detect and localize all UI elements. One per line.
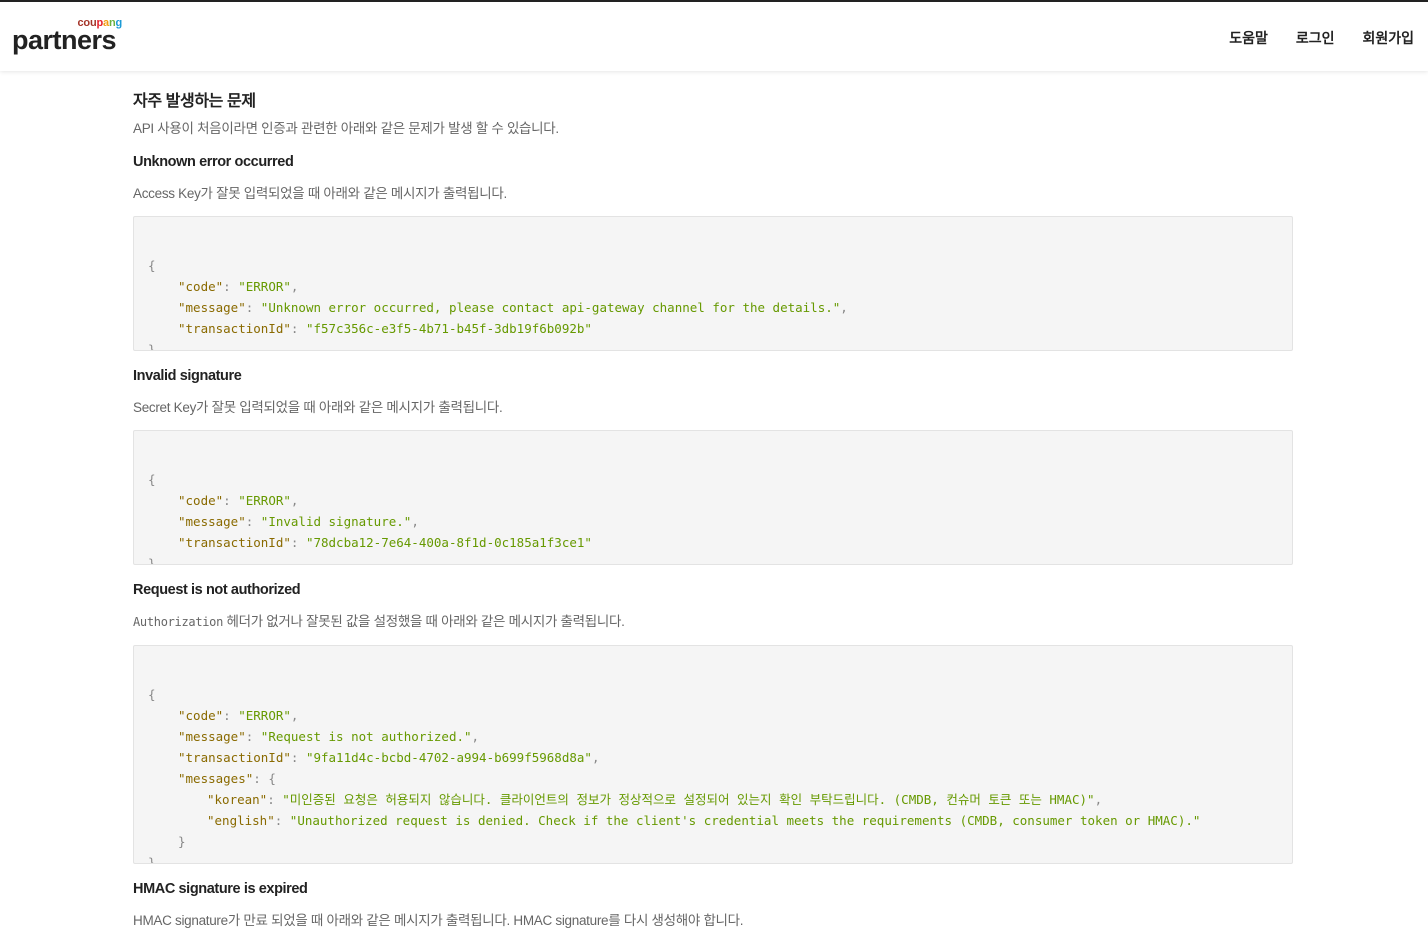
- code-line: "english": "Unauthorized request is deni…: [207, 813, 1201, 828]
- code-block-not-authorized: {"code": "ERROR", "message": "Request is …: [133, 645, 1293, 864]
- code-block-invalid-signature: {"code": "ERROR", "message": "Invalid sig…: [133, 430, 1293, 565]
- section-title-not-authorized: Request is not authorized: [133, 582, 301, 598]
- section-title-unknown-error: Unknown error occurred: [133, 154, 294, 170]
- section-title-invalid-signature: Invalid signature: [133, 368, 242, 384]
- code-line: "code": "ERROR",: [178, 493, 299, 508]
- top-navigation-bar: coupang partners 도움말 로그인 회원가입: [0, 0, 1428, 71]
- header-nav: 도움말 로그인 회원가입: [1229, 28, 1414, 48]
- coupang-partners-logo[interactable]: coupang partners: [12, 15, 132, 57]
- code-line: "message": "Invalid signature.",: [178, 514, 419, 529]
- code-line: "code": "ERROR",: [178, 279, 299, 294]
- code-line: "code": "ERROR",: [178, 708, 299, 723]
- code-block-unknown-error: {"code": "ERROR", "message": "Unknown err…: [133, 216, 1293, 351]
- code-line: "transactionId": "9fa11d4c-bcbd-4702-a99…: [178, 750, 600, 765]
- logo-partners-text: partners: [12, 25, 117, 55]
- page-intro: API 사용이 처음이라면 인증과 관련한 아래와 같은 문제가 발생 할 수 …: [133, 121, 559, 136]
- code-line: "transactionId": "78dcba12-7e64-400a-8f1…: [178, 535, 592, 550]
- section-desc-invalid-signature: Secret Key가 잘못 입력되었을 때 아래와 같은 메시지가 출력됩니다…: [133, 400, 503, 415]
- signup-link[interactable]: 회원가입: [1362, 28, 1414, 48]
- code-line: "messages": {: [178, 771, 276, 786]
- code-line: "message": "Request is not authorized.",: [178, 729, 480, 744]
- help-link[interactable]: 도움말: [1229, 28, 1268, 48]
- inline-code-authorization: Authorization: [133, 615, 224, 629]
- code-line: "message": "Unknown error occurred, plea…: [178, 300, 848, 315]
- code-line: "transactionId": "f57c356c-e3f5-4b71-b45…: [178, 321, 592, 336]
- login-link[interactable]: 로그인: [1296, 28, 1335, 48]
- section-desc-hmac-expired: HMAC signature가 만료 되었을 때 아래와 같은 메시지가 출력됩…: [133, 913, 744, 928]
- code-line: "korean": "미인증된 요청은 허용되지 않습니다. 클라이언트의 정보…: [207, 792, 1103, 807]
- page-title: 자주 발생하는 문제: [133, 93, 256, 110]
- section-desc-not-authorized: Authorization 헤더가 없거나 잘못된 값을 설정했을 때 아래와 …: [133, 614, 625, 629]
- section-title-hmac-expired: HMAC signature is expired: [133, 881, 308, 897]
- section-desc-unknown-error: Access Key가 잘못 입력되었을 때 아래와 같은 메시지가 출력됩니다…: [133, 186, 507, 201]
